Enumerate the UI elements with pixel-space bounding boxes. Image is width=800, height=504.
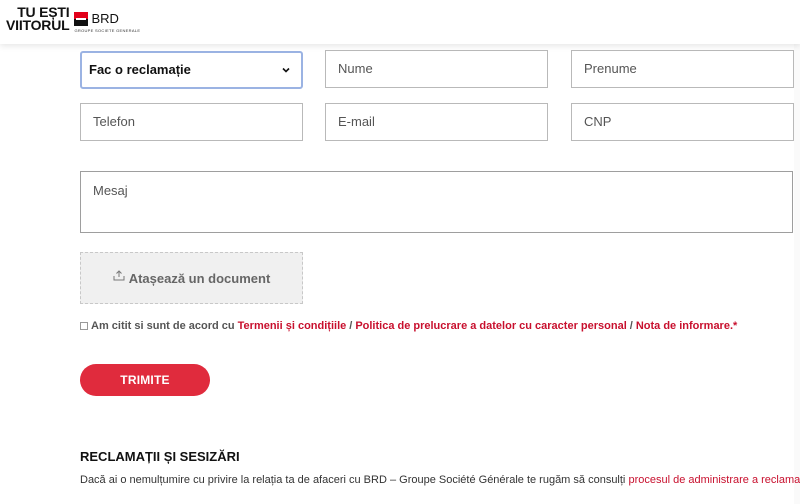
terms-link[interactable]: Termenii și condițiile [238, 320, 347, 332]
complaints-process-link[interactable]: procesul de administrare a reclamațiilor [628, 474, 800, 486]
chevron-down-icon [282, 67, 290, 73]
attach-document-button[interactable]: Atașează un document [80, 252, 303, 304]
mesaj-textarea[interactable]: Mesaj [80, 171, 793, 233]
slogan: TU EȘTI VIITORUL [6, 5, 70, 33]
email-placeholder: E-mail [338, 114, 375, 129]
complaints-text: Dacă ai o nemulțumire cu privire la rela… [80, 474, 800, 486]
slogan-line-2: VIITORUL [6, 17, 70, 33]
brd-brand: BRD GROUPE SOCIETE GENERALE [74, 12, 140, 33]
agree-prefix: Am citit si sunt de acord cu [91, 320, 235, 332]
site-header: TU EȘTI VIITORUL BRD GROUPE SOCIETE GENE… [0, 0, 800, 44]
cnp-input[interactable]: CNP [571, 103, 794, 141]
agree-checkbox[interactable] [80, 322, 88, 330]
nume-input[interactable]: Nume [325, 50, 548, 88]
request-type-value: Fac o reclamație [89, 62, 191, 77]
prenume-placeholder: Prenume [584, 61, 637, 76]
nume-placeholder: Nume [338, 61, 373, 76]
cnp-placeholder: CNP [584, 114, 612, 129]
brand-name: BRD [91, 11, 119, 26]
brd-logo[interactable]: TU EȘTI VIITORUL BRD GROUPE SOCIETE GENE… [6, 5, 140, 33]
agreement-row: Am citit si sunt de acord cu Termenii și… [80, 320, 737, 332]
prenume-input[interactable]: Prenume [571, 50, 794, 88]
submit-button[interactable]: TRIMITE [80, 364, 210, 396]
agree-separator-1: / [349, 320, 353, 332]
mesaj-placeholder: Mesaj [93, 183, 128, 198]
info-note-link[interactable]: Nota de informare. [636, 320, 733, 332]
brand-subtitle: GROUPE SOCIETE GENERALE [74, 28, 141, 33]
attach-label: Atașează un document [128, 270, 271, 286]
submit-label: TRIMITE [120, 373, 170, 387]
required-mark: * [733, 320, 738, 332]
complaints-body: Dacă ai o nemulțumire cu privire la rela… [80, 474, 626, 486]
request-type-select[interactable]: Fac o reclamație [80, 51, 303, 89]
telefon-placeholder: Telefon [93, 114, 135, 129]
scrollbar[interactable] [794, 44, 800, 504]
privacy-policy-link[interactable]: Politica de prelucrare a datelor cu cara… [355, 320, 626, 332]
complaints-title: RECLAMAȚII ȘI SESIZĂRI [80, 449, 240, 464]
agree-separator-2: / [629, 320, 633, 332]
telefon-input[interactable]: Telefon [80, 103, 303, 141]
upload-icon [113, 270, 125, 281]
brd-mark-icon [74, 12, 89, 26]
email-input[interactable]: E-mail [325, 103, 548, 141]
